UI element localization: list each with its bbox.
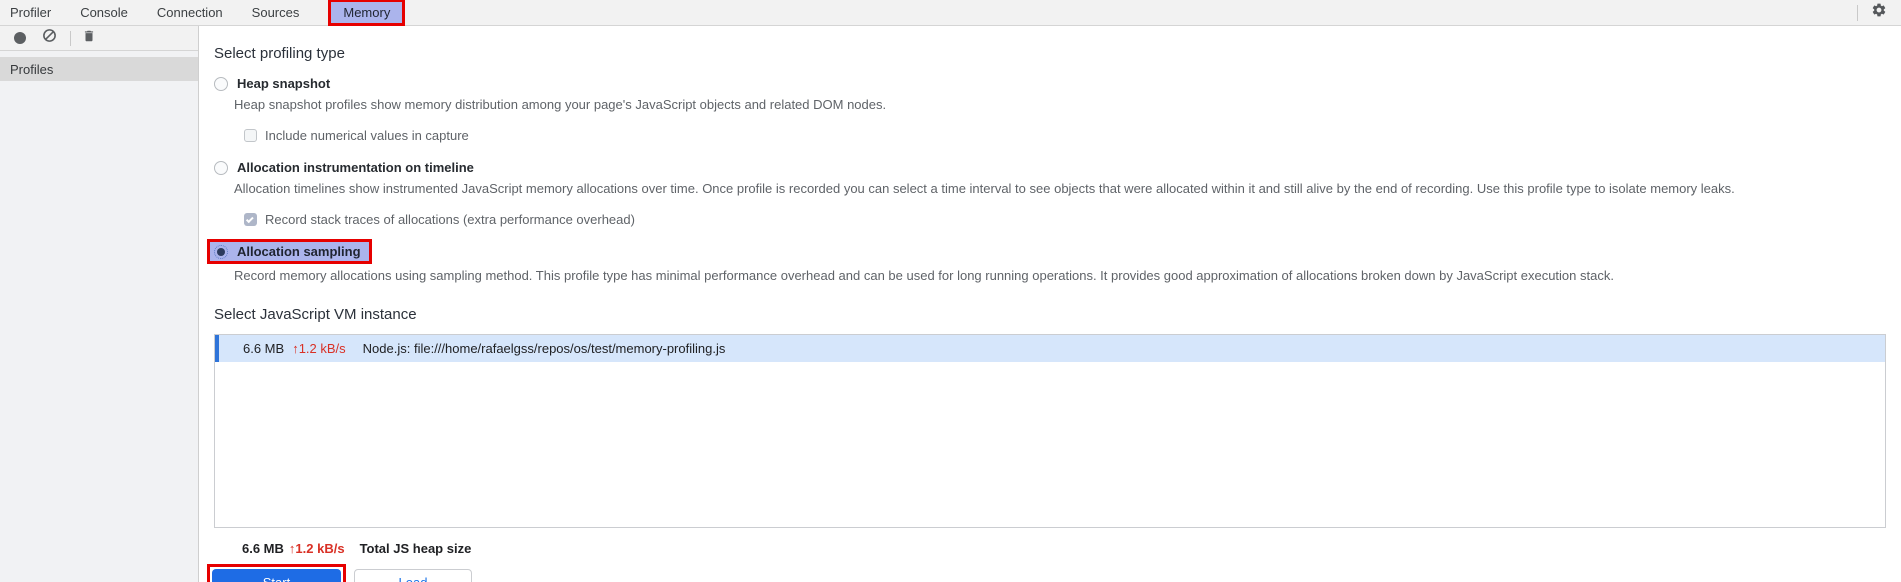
trash-icon	[82, 29, 96, 48]
total-heap-size-value: 6.6 MB	[242, 541, 284, 556]
include-numerical-values-label: Include numerical values in capture	[265, 128, 469, 143]
allocation-sampling-description: Record memory allocations using sampling…	[234, 268, 1614, 283]
annotation-rect-start-button: Start	[207, 564, 346, 582]
vm-instance-row[interactable]: 6.6 MB ↑1.2 kB/s Node.js: file:///home/r…	[215, 335, 1885, 362]
record-stack-traces-row: Record stack traces of allocations (extr…	[244, 212, 1901, 227]
tab-connection[interactable]: Connection	[157, 5, 223, 20]
tab-memory[interactable]: Memory	[331, 2, 403, 23]
option-allocation-timeline: Allocation instrumentation on timeline	[214, 160, 1901, 175]
vm-heap-size: 6.6 MB	[243, 341, 285, 356]
allocation-sampling-radio[interactable]	[214, 244, 228, 259]
annotation-rect-allocation-sampling: Allocation sampling	[207, 239, 372, 264]
vm-instance-heading: Select JavaScript VM instance	[214, 306, 417, 323]
profiles-sidebar: Profiles	[0, 26, 199, 582]
settings-button[interactable]	[1871, 2, 1887, 23]
devtools-tab-bar: Profiler Console Connection Sources Memo…	[0, 0, 1901, 26]
option-heap-snapshot: Heap snapshot	[214, 76, 1901, 91]
option-allocation-sampling: Allocation sampling	[207, 239, 1901, 264]
vm-allocation-rate: ↑1.2 kB/s	[292, 341, 346, 356]
allocation-timeline-label: Allocation instrumentation on timeline	[237, 160, 474, 175]
allocation-timeline-description: Allocation timelines show instrumented J…	[234, 181, 1735, 196]
vm-instance-name: Node.js: file:///home/rafaelgss/repos/os…	[362, 341, 726, 356]
load-button[interactable]: Load	[354, 569, 472, 582]
total-allocation-rate: ↑1.2 kB/s	[288, 541, 345, 556]
profiler-toolbar	[0, 26, 198, 51]
tabbar-right-controls	[1857, 2, 1901, 23]
allocation-timeline-radio[interactable]	[214, 160, 228, 175]
start-button[interactable]: Start	[212, 569, 341, 582]
block-icon	[42, 28, 57, 48]
allocation-sampling-label: Allocation sampling	[237, 244, 361, 259]
tabbar-divider	[1857, 4, 1858, 21]
profiles-label: Profiles	[10, 61, 54, 77]
profiler-action-buttons: Start Load	[207, 564, 1901, 582]
radio-dot	[217, 247, 225, 256]
memory-panel: Select profiling type Heap snapshot Heap…	[200, 26, 1901, 582]
record-icon	[14, 32, 26, 44]
profiling-type-heading: Select profiling type	[214, 45, 345, 62]
vm-instance-listbox: 6.6 MB ↑1.2 kB/s Node.js: file:///home/r…	[214, 334, 1886, 528]
include-numerical-values-row: Include numerical values in capture	[244, 128, 1901, 143]
heap-snapshot-radio[interactable]	[214, 76, 228, 91]
heap-snapshot-label: Heap snapshot	[237, 76, 331, 91]
toolbar-divider	[70, 30, 71, 46]
tab-sources[interactable]: Sources	[252, 5, 300, 20]
check-icon	[245, 214, 254, 223]
tab-console[interactable]: Console	[80, 5, 128, 20]
sidebar-item-profiles[interactable]: Profiles	[0, 57, 198, 81]
heap-snapshot-description: Heap snapshot profiles show memory distr…	[234, 97, 887, 112]
clear-profiles-button[interactable]	[41, 28, 57, 48]
record-stack-traces-label: Record stack traces of allocations (extr…	[265, 212, 635, 227]
tab-profiler[interactable]: Profiler	[10, 5, 51, 20]
include-numerical-values-checkbox[interactable]	[244, 129, 257, 142]
gear-icon	[1871, 2, 1887, 23]
record-button[interactable]	[12, 30, 28, 46]
annotation-rect-memory-tab: Memory	[328, 0, 406, 26]
delete-profile-button[interactable]	[81, 30, 97, 46]
record-stack-traces-checkbox[interactable]	[244, 213, 257, 226]
total-heap-row: 6.6 MB ↑1.2 kB/s Total JS heap size	[214, 541, 1901, 556]
total-heap-size-label: Total JS heap size	[359, 541, 472, 556]
